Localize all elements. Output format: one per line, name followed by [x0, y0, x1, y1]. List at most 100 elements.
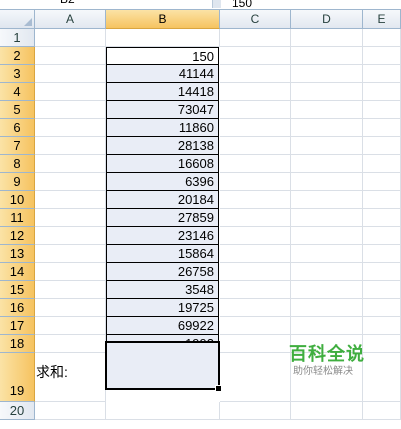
cell-b14[interactable]: 26758 — [106, 263, 219, 281]
column-header-b[interactable]: B — [106, 10, 220, 29]
cell-b6[interactable]: 11860 — [106, 119, 219, 137]
cell-c16[interactable] — [220, 299, 291, 317]
cell-e14[interactable] — [363, 263, 401, 281]
row-header-3[interactable]: 3 — [0, 65, 35, 83]
column-header-c[interactable]: C — [220, 10, 291, 29]
cell-e7[interactable] — [363, 137, 401, 155]
column-header-d[interactable]: D — [291, 10, 363, 29]
cell-a4[interactable] — [35, 83, 106, 101]
cell-c5[interactable] — [220, 101, 291, 119]
row-header-13[interactable]: 13 — [0, 245, 35, 263]
cell-c18[interactable] — [220, 335, 291, 353]
cell-c14[interactable] — [220, 263, 291, 281]
column-header-e[interactable]: E — [363, 10, 401, 29]
cell-a10[interactable] — [35, 191, 106, 209]
cell-b1[interactable] — [106, 29, 220, 47]
sum-label-cell[interactable]: 求和: — [36, 362, 68, 382]
cell-e5[interactable] — [363, 101, 401, 119]
row-header-2[interactable]: 2 — [0, 47, 35, 65]
row-header-12[interactable]: 12 — [0, 227, 35, 245]
row-header-18[interactable]: 18 — [0, 335, 35, 353]
cell-d11[interactable] — [291, 209, 363, 227]
cell-d12[interactable] — [291, 227, 363, 245]
cell-e4[interactable] — [363, 83, 401, 101]
row-header-5[interactable]: 5 — [0, 101, 35, 119]
cell-e13[interactable] — [363, 245, 401, 263]
cell-d13[interactable] — [291, 245, 363, 263]
cell-e20[interactable] — [363, 402, 401, 420]
cell-d20[interactable] — [291, 402, 363, 420]
cell-e11[interactable] — [363, 209, 401, 227]
cell-b16[interactable]: 19725 — [106, 299, 219, 317]
cell-b20[interactable] — [106, 402, 220, 420]
cell-c17[interactable] — [220, 317, 291, 335]
cell-d9[interactable] — [291, 173, 363, 191]
cell-c20[interactable] — [220, 402, 291, 420]
cell-b13[interactable]: 15864 — [106, 245, 219, 263]
cell-c12[interactable] — [220, 227, 291, 245]
cell-b15[interactable]: 3548 — [106, 281, 219, 299]
cell-e2[interactable] — [363, 47, 401, 65]
row-header-19[interactable]: 19 — [0, 353, 35, 402]
cell-c1[interactable] — [220, 29, 291, 47]
cell-c10[interactable] — [220, 191, 291, 209]
cell-d3[interactable] — [291, 65, 363, 83]
cell-a18[interactable] — [35, 335, 106, 353]
cell-b4[interactable]: 14418 — [106, 83, 219, 101]
cell-b5[interactable]: 73047 — [106, 101, 219, 119]
row-header-9[interactable]: 9 — [0, 173, 35, 191]
cell-a6[interactable] — [35, 119, 106, 137]
cell-b10[interactable]: 20184 — [106, 191, 219, 209]
row-header-4[interactable]: 4 — [0, 83, 35, 101]
cell-e8[interactable] — [363, 155, 401, 173]
cell-d5[interactable] — [291, 101, 363, 119]
cell-b9[interactable]: 6396 — [106, 173, 219, 191]
cell-d8[interactable] — [291, 155, 363, 173]
cell-c3[interactable] — [220, 65, 291, 83]
cell-b17[interactable]: 69922 — [106, 317, 219, 335]
cell-e12[interactable] — [363, 227, 401, 245]
cell-d15[interactable] — [291, 281, 363, 299]
cell-c19[interactable] — [220, 353, 291, 402]
cell-a3[interactable] — [35, 65, 106, 83]
row-header-20[interactable]: 20 — [0, 402, 35, 420]
cell-a20[interactable] — [35, 402, 106, 420]
row-header-8[interactable]: 8 — [0, 155, 35, 173]
cell-e9[interactable] — [363, 173, 401, 191]
cell-c6[interactable] — [220, 119, 291, 137]
cell-d17[interactable] — [291, 317, 363, 335]
cell-b12[interactable]: 23146 — [106, 227, 219, 245]
cell-b2[interactable]: 150 — [106, 47, 219, 65]
cell-a13[interactable] — [35, 245, 106, 263]
cell-e16[interactable] — [363, 299, 401, 317]
cell-c2[interactable] — [220, 47, 291, 65]
cell-e15[interactable] — [363, 281, 401, 299]
cell-e6[interactable] — [363, 119, 401, 137]
cell-d14[interactable] — [291, 263, 363, 281]
cell-b7[interactable]: 28138 — [106, 137, 219, 155]
cell-a16[interactable] — [35, 299, 106, 317]
cell-e1[interactable] — [363, 29, 401, 47]
row-header-17[interactable]: 17 — [0, 317, 35, 335]
cell-a5[interactable] — [35, 101, 106, 119]
cell-c8[interactable] — [220, 155, 291, 173]
cell-e3[interactable] — [363, 65, 401, 83]
cell-b8[interactable]: 16608 — [106, 155, 219, 173]
row-header-6[interactable]: 6 — [0, 119, 35, 137]
cell-c4[interactable] — [220, 83, 291, 101]
cell-e17[interactable] — [363, 317, 401, 335]
active-cell-b19[interactable] — [105, 341, 222, 392]
row-header-7[interactable]: 7 — [0, 137, 35, 155]
row-header-11[interactable]: 11 — [0, 209, 35, 227]
cell-d4[interactable] — [291, 83, 363, 101]
cell-c13[interactable] — [220, 245, 291, 263]
cell-d6[interactable] — [291, 119, 363, 137]
cell-a8[interactable] — [35, 155, 106, 173]
cell-a12[interactable] — [35, 227, 106, 245]
cell-a14[interactable] — [35, 263, 106, 281]
cell-a9[interactable] — [35, 173, 106, 191]
cell-d10[interactable] — [291, 191, 363, 209]
cell-b3[interactable]: 41144 — [106, 65, 219, 83]
cell-c15[interactable] — [220, 281, 291, 299]
cell-a17[interactable] — [35, 317, 106, 335]
